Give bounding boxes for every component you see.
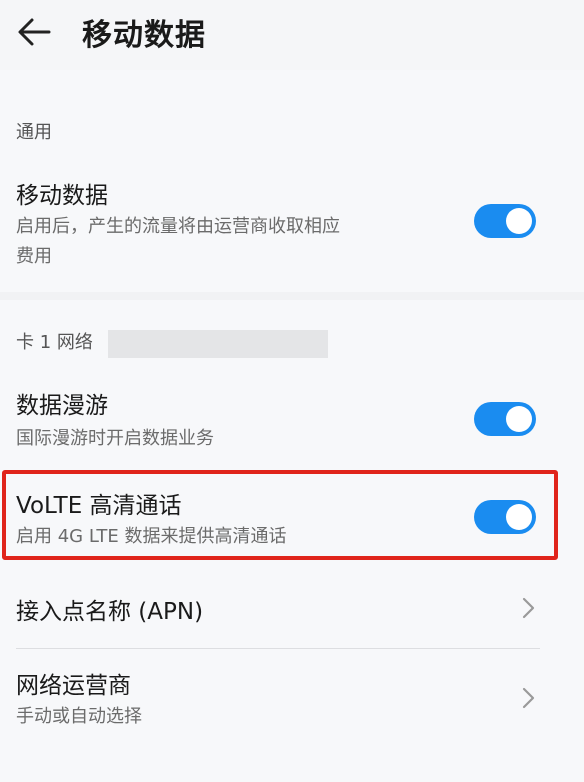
mobile-data-subtitle-line2: 费用: [16, 246, 52, 267]
app-bar: 移动数据: [0, 0, 584, 70]
apn-row[interactable]: 接入点名称 (APN): [0, 576, 584, 640]
mobile-data-subtitle-line1: 启用后，产生的流量将由运营商收取相应: [16, 216, 340, 237]
mobile-data-toggle[interactable]: [474, 204, 536, 238]
data-roaming-subtitle: 国际漫游时开启数据业务: [16, 428, 214, 449]
network-operator-subtitle: 手动或自动选择: [16, 706, 142, 727]
toggle-knob: [506, 208, 532, 234]
chevron-right-icon: [522, 687, 535, 709]
mobile-data-row[interactable]: 移动数据 启用后，产生的流量将由运营商收取相应 费用: [0, 166, 584, 282]
toggle-knob: [506, 406, 532, 432]
general-section: 通用 移动数据 启用后，产生的流量将由运营商收取相应 费用: [0, 70, 584, 292]
mobile-data-title: 移动数据: [16, 183, 108, 209]
redacted-network-name: [108, 330, 328, 358]
apn-title: 接入点名称 (APN): [16, 599, 204, 625]
data-roaming-title: 数据漫游: [16, 393, 108, 419]
page-title: 移动数据: [82, 18, 206, 53]
divider: [16, 648, 540, 649]
back-button[interactable]: [12, 10, 56, 54]
network-operator-title: 网络运营商: [16, 673, 131, 699]
section-label-general: 通用: [16, 122, 52, 143]
section-label-sim1: 卡 1 网络: [16, 332, 93, 353]
data-roaming-row[interactable]: 数据漫游 国际漫游时开启数据业务: [0, 382, 584, 462]
data-roaming-toggle[interactable]: [474, 402, 536, 436]
arrow-left-icon: [18, 18, 51, 46]
network-operator-row[interactable]: 网络运营商 手动或自动选择: [0, 654, 584, 740]
volte-highlight-box: [2, 470, 558, 560]
chevron-right-icon: [522, 597, 535, 619]
